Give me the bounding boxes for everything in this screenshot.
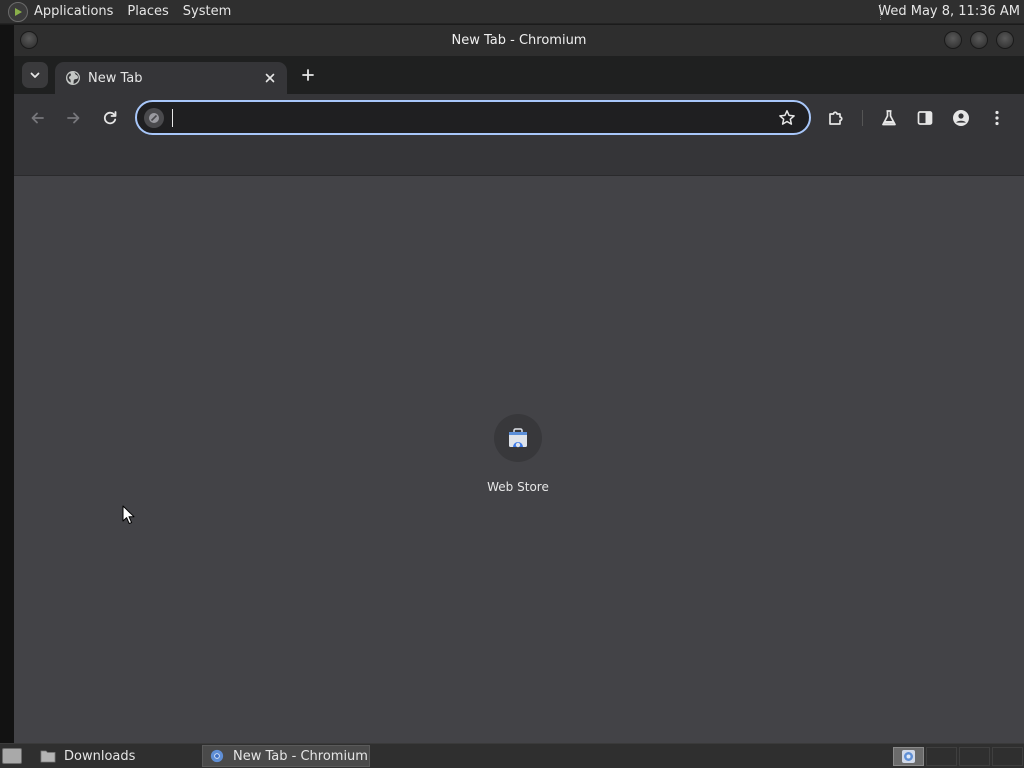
labs-button[interactable] [877, 106, 901, 130]
tab-close-icon[interactable] [262, 70, 278, 86]
address-input[interactable] [171, 106, 761, 130]
profile-button[interactable] [949, 106, 973, 130]
arrow-left-icon [31, 112, 44, 124]
mouse-pointer-icon [122, 505, 135, 525]
menu-button[interactable] [985, 106, 1009, 130]
side-panel-button[interactable] [913, 106, 937, 130]
bookmarks-bar [14, 142, 1024, 176]
back-button[interactable] [26, 106, 50, 130]
tab-strip: New Tab [14, 56, 1024, 94]
system-menu[interactable]: System [179, 4, 235, 19]
kebab-menu-icon [995, 110, 999, 126]
chromium-workspace-icon [902, 750, 915, 763]
globe-icon [65, 70, 81, 86]
close-window-button[interactable] [996, 31, 1014, 49]
desktop-edge [0, 25, 14, 743]
chromium-icon [210, 749, 224, 763]
show-desktop-icon[interactable] [2, 748, 22, 764]
reload-button[interactable] [98, 106, 122, 130]
window-title: New Tab - Chromium [451, 33, 587, 48]
workspace-4[interactable] [992, 747, 1023, 766]
new-tab-button[interactable] [298, 65, 318, 85]
reload-icon [103, 111, 117, 125]
taskbar-item-downloads[interactable]: Downloads [34, 745, 198, 767]
taskbar-item-label: New Tab - Chromium [233, 748, 368, 764]
workspace-3[interactable] [959, 747, 990, 766]
arrow-right-icon [67, 112, 80, 124]
maximize-button[interactable] [970, 31, 988, 49]
tab-title: New Tab [88, 70, 143, 86]
site-info-icon[interactable] [144, 108, 164, 128]
bottom-taskbar: Downloads New Tab - Chromium [0, 743, 1024, 768]
taskbar-item-chromium[interactable]: New Tab - Chromium [202, 745, 370, 767]
minimize-button[interactable] [944, 31, 962, 49]
tab-new-tab[interactable]: New Tab [55, 62, 287, 94]
shortcut-label: Web Store [487, 480, 549, 494]
clock[interactable]: Wed May 8, 11:36 AM [878, 4, 1020, 19]
window-titlebar[interactable]: New Tab - Chromium [14, 25, 1024, 56]
workspace-2[interactable] [926, 747, 957, 766]
workspace-1[interactable] [893, 747, 924, 766]
distro-logo-icon[interactable] [8, 1, 28, 22]
web-store-icon [509, 428, 527, 448]
side-panel-icon [917, 111, 933, 125]
address-bar[interactable] [135, 100, 811, 135]
browser-toolbar [14, 94, 1024, 142]
window-menu-button[interactable] [20, 31, 38, 49]
top-panel: Applications Places System Wed May 8, 11… [0, 0, 1024, 24]
plus-icon [302, 69, 314, 81]
forward-button[interactable] [61, 106, 85, 130]
profile-icon [953, 110, 969, 126]
shortcut-web-store[interactable]: Web Store [468, 414, 568, 498]
folder-icon [40, 750, 56, 763]
taskbar-item-label: Downloads [64, 748, 136, 764]
toolbar-divider [862, 110, 863, 126]
extensions-button[interactable] [824, 106, 848, 130]
chevron-down-icon [30, 72, 40, 78]
bookmark-star-icon[interactable] [777, 108, 797, 128]
shortcut-tile[interactable] [494, 414, 542, 462]
puzzle-icon [829, 111, 843, 125]
text-caret [172, 109, 173, 127]
places-menu[interactable]: Places [123, 4, 172, 19]
applications-menu[interactable]: Applications [30, 4, 117, 19]
new-tab-page: Web Store [14, 176, 1024, 743]
flask-icon [882, 110, 896, 126]
tab-search-button[interactable] [22, 62, 48, 88]
